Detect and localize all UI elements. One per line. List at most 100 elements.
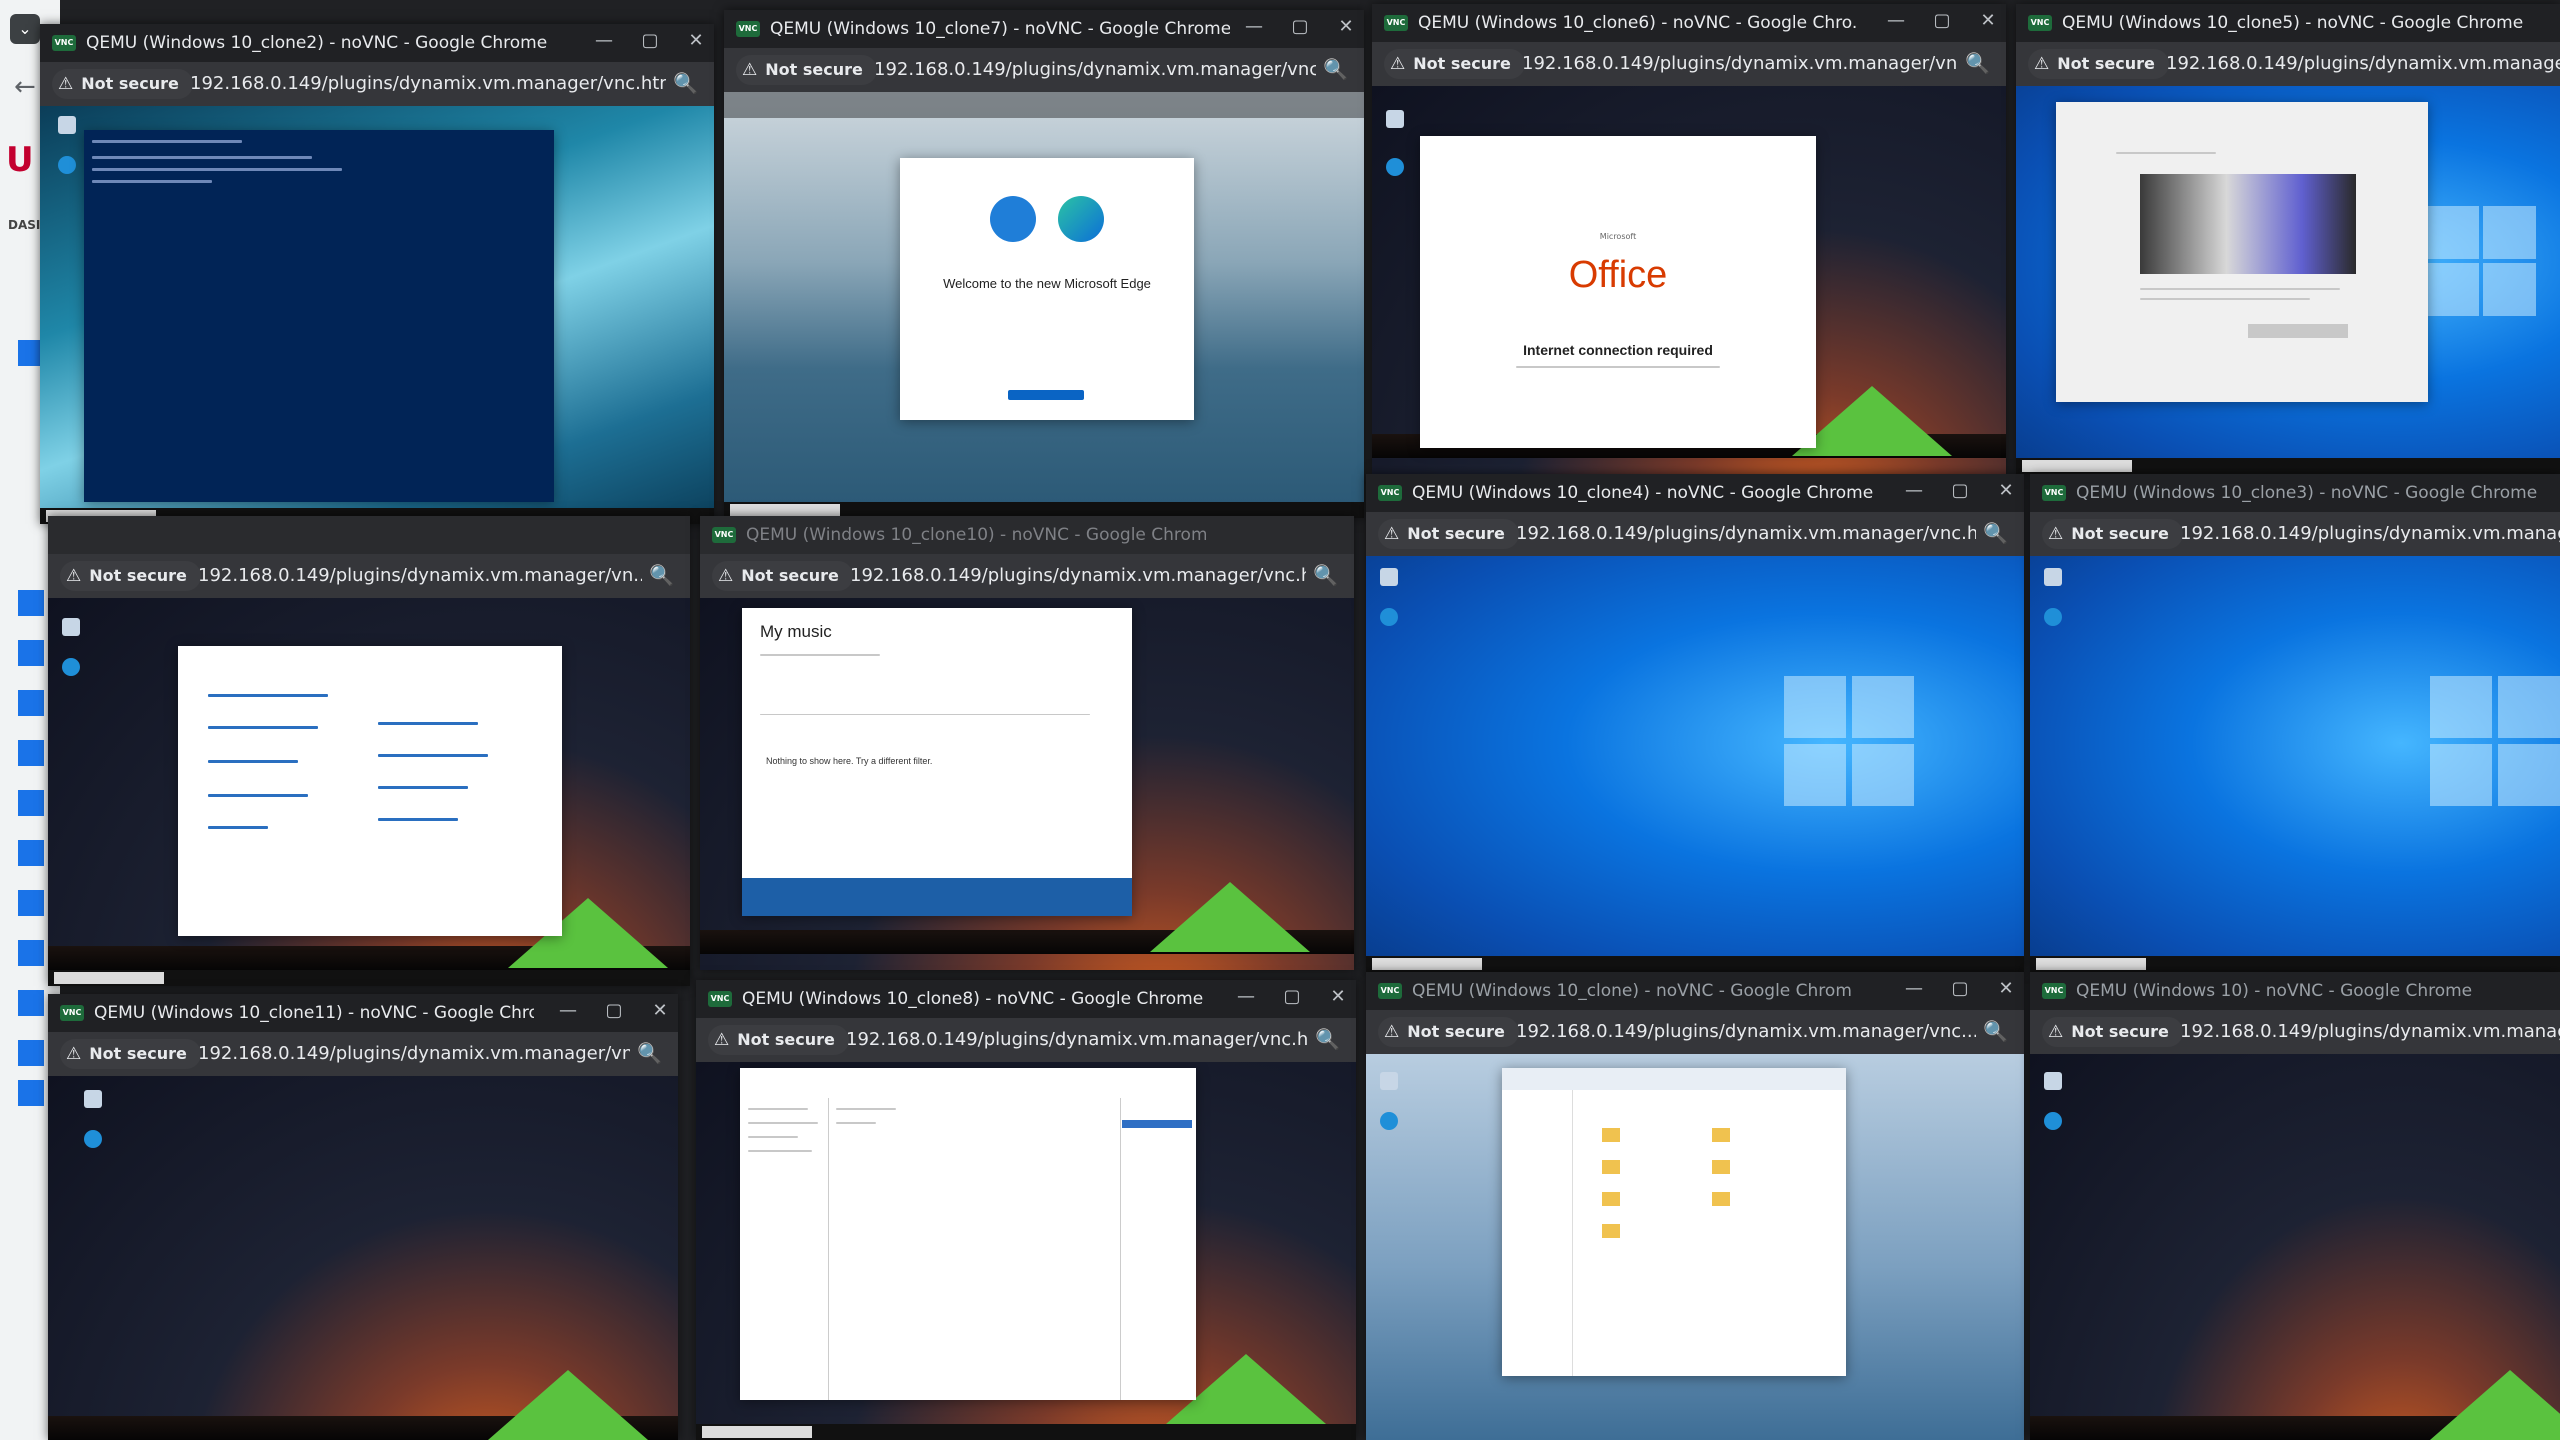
edge-desktop-icon[interactable] [1380,608,1398,626]
minimize-icon[interactable]: — [1244,16,1264,37]
address-bar[interactable]: ⚠ Not secure 192.168.0.149/plugins/dynami… [696,1018,1356,1062]
window-titlebar[interactable]: VNC QEMU (Windows 10_clone5) - noVNC - G… [2016,4,2560,42]
maximize-icon[interactable]: ▢ [1950,978,1970,999]
vnc-window-clone8[interactable]: VNC QEMU (Windows 10_clone8) - noVNC - G… [696,980,1356,1440]
vnc-window-base[interactable]: VNC QEMU (Windows 10) - noVNC - Google C… [2030,972,2560,1440]
windows-vm-icon[interactable] [18,1040,44,1066]
url-text[interactable]: 192.168.0.149/plugins/dynamix.vm.manager… [190,73,666,94]
recycle-bin-icon[interactable] [58,116,76,134]
edge-desktop-icon[interactable] [1380,1112,1398,1130]
edge-desktop-icon[interactable] [84,1130,102,1148]
vm-screen[interactable] [2030,1054,2560,1440]
not-secure-chip[interactable]: ⚠ Not secure [736,55,877,85]
close-icon[interactable]: ✕ [1336,16,1356,37]
not-secure-chip[interactable]: ⚠ Not secure [1378,519,1519,549]
dialog-ok-button[interactable] [2248,324,2348,338]
window-titlebar[interactable]: VNC QEMU (Windows 10_clone11) - noVNC - … [48,994,678,1032]
maximize-icon[interactable]: ▢ [1932,10,1952,31]
chevron-down-icon[interactable]: ⌄ [10,14,40,44]
taskbar-search[interactable] [54,972,164,984]
windows-vm-icon[interactable] [18,790,44,816]
address-bar[interactable]: ⚠ Not secure 192.168.0.149/plugins/dynami… [1366,512,2024,556]
vnc-window-clone9[interactable]: ⚠ Not secure 192.168.0.149/plugins/dynami… [48,516,690,986]
url-text[interactable]: 192.168.0.149/plugins/dynamix.vm.manager [2180,523,2560,544]
close-icon[interactable]: ✕ [1996,978,2016,999]
not-secure-chip[interactable]: ⚠ Not secure [1378,1017,1519,1047]
edge-desktop-icon[interactable] [2044,1112,2062,1130]
windows-vm-icon[interactable] [18,890,44,916]
vm-screen[interactable] [1366,556,2024,972]
window-titlebar[interactable]: VNC QEMU (Windows 10_clone3) - noVNC - G… [2030,474,2560,512]
url-text[interactable]: 192.168.0.149/plugins/dynamix.vm.manager… [1516,523,1976,544]
address-bar[interactable]: ⚠ Not secure 192.168.0.149/plugins/dynami… [48,1032,678,1076]
close-icon[interactable]: ✕ [650,1000,670,1021]
maximize-icon[interactable]: ▢ [1950,480,1970,501]
vm-taskbar[interactable] [1366,956,2024,972]
vnc-window-clone10[interactable]: VNC QEMU (Windows 10_clone10) - noVNC - … [700,516,1354,970]
vm-screen[interactable]: My music Nothing to show here. Try a dif… [700,598,1354,970]
recycle-bin-icon[interactable] [84,1090,102,1108]
window-titlebar[interactable]: VNC QEMU (Windows 10_clone2) - noVNC - G… [40,24,714,62]
maximize-icon[interactable]: ▢ [640,30,660,51]
vm-screen[interactable] [2016,86,2560,474]
not-secure-chip[interactable]: ⚠ Not secure [60,561,201,591]
close-icon[interactable]: ✕ [1978,10,1998,31]
window-titlebar[interactable]: VNC QEMU (Windows 10_clone7) - noVNC - G… [724,10,1364,48]
vm-screen[interactable] [48,598,690,986]
back-arrow-icon[interactable]: ← [14,72,36,102]
address-bar[interactable]: ⚠ Not secure 192.168.0.149/plugins/dynami… [700,554,1354,598]
vm-screen[interactable]: Welcome to the new Microsoft Edge [724,92,1364,518]
edge-get-started-button[interactable] [1008,390,1084,400]
address-bar[interactable]: ⚠ Not secure 192.168.0.149/plugins/dynami… [2030,512,2560,556]
vm-screen[interactable] [696,1062,1356,1440]
url-text[interactable]: 192.168.0.149/plugins/dynamix.vm.manager… [2180,1021,2560,1042]
close-icon[interactable]: ✕ [1328,986,1348,1007]
minimize-icon[interactable]: — [1904,978,1924,999]
windows-vm-icon[interactable] [18,640,44,666]
address-bar[interactable]: ⚠ Not secure 192.168.0.149/plugins/dynami… [1366,1010,2024,1054]
zoom-icon[interactable]: 🔍 [1313,563,1338,587]
file-explorer-window[interactable] [1502,1068,1846,1376]
recycle-bin-icon[interactable] [1380,568,1398,586]
address-bar[interactable]: ⚠ Not secure 192.168.0.149/plugins/dynami… [724,48,1364,92]
zoom-icon[interactable]: 🔍 [1983,521,2008,545]
zoom-icon[interactable]: 🔍 [673,71,698,95]
vm-screen[interactable] [1366,1054,2024,1440]
music-player-bar[interactable] [742,878,1132,916]
zoom-icon[interactable]: 🔍 [1983,1019,2008,1043]
recycle-bin-icon[interactable] [62,618,80,636]
not-secure-chip[interactable]: ⚠ Not secure [1384,49,1525,79]
windows-vm-icon[interactable] [18,940,44,966]
not-secure-chip[interactable]: ⚠ Not secure [2042,1017,2183,1047]
not-secure-chip[interactable]: ⚠ Not secure [52,69,193,99]
url-text[interactable]: 192.168.0.149/plugins/dynamix.vm.manager… [198,565,642,586]
recycle-bin-icon[interactable] [2044,568,2062,586]
vm-taskbar[interactable] [48,970,690,986]
vnc-window-clone5[interactable]: VNC QEMU (Windows 10_clone5) - noVNC - G… [2016,4,2560,474]
window-titlebar[interactable]: VNC QEMU (Windows 10_clone10) - noVNC - … [700,516,1354,554]
vnc-window-clone2[interactable]: VNC QEMU (Windows 10_clone2) - noVNC - G… [40,24,714,524]
url-text[interactable]: 192.168.0.149/plugins/dynamix.vm.manager… [846,1029,1308,1050]
vnc-window-clone6[interactable]: VNC QEMU (Windows 10_clone6) - noVNC - G… [1372,4,2006,474]
minimize-icon[interactable]: — [1236,986,1256,1007]
windows-vm-icon[interactable] [18,690,44,716]
address-bar[interactable]: ⚠ Not secure 192.168.0.149/plugins/dynami… [48,554,690,598]
address-bar[interactable]: ⚠ Not secure 192.168.0.149/plugins/dynami… [2030,1010,2560,1054]
window-titlebar[interactable] [48,516,690,554]
taskbar-search[interactable] [730,504,840,516]
maximize-icon[interactable]: ▢ [1282,986,1302,1007]
address-bar[interactable]: ⚠ Not secure 192.168.0.149/plugins/dynami… [40,62,714,106]
management-console-window[interactable] [740,1068,1196,1400]
windows-vm-icon[interactable] [18,740,44,766]
taskbar-search[interactable] [2036,958,2146,970]
maximize-icon[interactable]: ▢ [1290,16,1310,37]
vm-screen[interactable] [2030,556,2560,972]
taskbar-search[interactable] [2022,460,2132,472]
window-titlebar[interactable]: VNC QEMU (Windows 10_clone6) - noVNC - G… [1372,4,2006,42]
url-text[interactable]: 192.168.0.149/plugins/dynamix.vm.manager… [198,1043,630,1064]
vnc-window-clone7[interactable]: VNC QEMU (Windows 10_clone7) - noVNC - G… [724,10,1364,518]
url-text[interactable]: 192.168.0.149/plugins/dynamix.vm.manager… [850,565,1306,586]
recycle-bin-icon[interactable] [2044,1072,2062,1090]
address-bar[interactable]: ⚠ Not secure 192.168.0.149/plugins/dynami… [2016,42,2560,86]
vm-screen[interactable] [40,106,714,524]
